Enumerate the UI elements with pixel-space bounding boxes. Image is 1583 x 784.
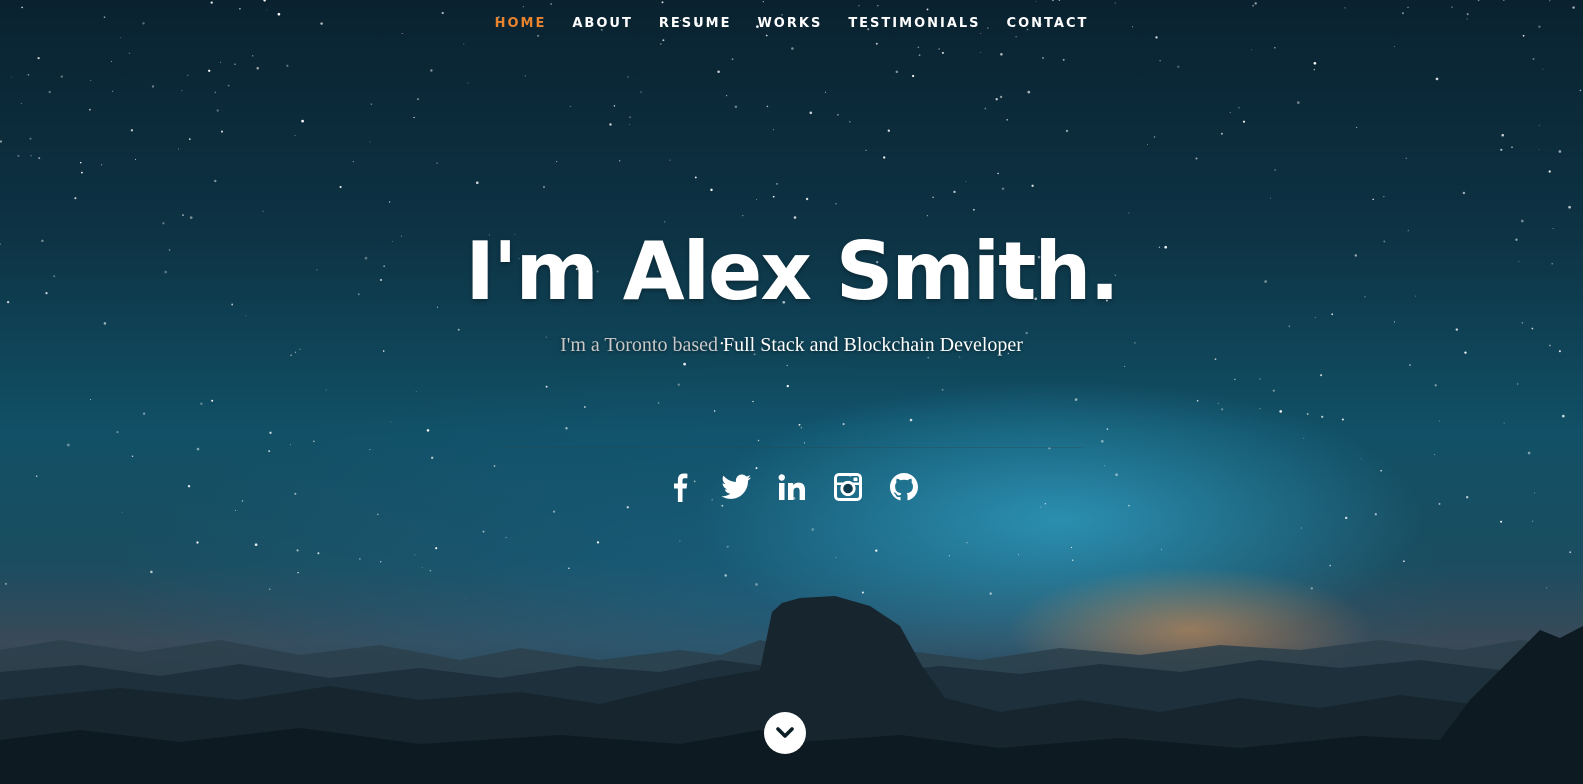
banner: I'm Alex Smith. I'm a Toronto based Full… [0, 222, 1583, 504]
linkedin-link[interactable] [775, 470, 809, 504]
chevron-down-icon [776, 727, 794, 738]
scroll-down-button[interactable] [764, 712, 806, 754]
github-icon [889, 473, 918, 501]
github-link[interactable] [887, 470, 921, 504]
main-navigation: Home About Resume Works Testimonials Con… [0, 14, 1583, 32]
nav-testimonials-link[interactable]: Testimonials [848, 16, 980, 31]
nav-works-link[interactable]: Works [757, 16, 822, 31]
page-headline: I'm Alex Smith. [465, 225, 1120, 318]
tagline-highlight: Full Stack and Blockchain Developer [723, 334, 1023, 356]
nav-about-link[interactable]: About [572, 16, 632, 31]
tagline-prefix: I'm a Toronto based [560, 334, 723, 356]
instagram-link[interactable] [831, 470, 865, 504]
facebook-icon [673, 473, 687, 502]
social-links [0, 470, 1583, 504]
banner-divider [501, 447, 1082, 448]
twitter-icon [720, 474, 751, 499]
hero-section: Home About Resume Works Testimonials Con… [0, 0, 1583, 784]
nav-resume-link[interactable]: Resume [659, 16, 732, 31]
facebook-link[interactable] [663, 470, 697, 504]
twitter-link[interactable] [719, 470, 753, 504]
nav-home-link[interactable]: Home [495, 16, 547, 31]
tagline: I'm a Toronto based Full Stack and Block… [0, 334, 1583, 357]
instagram-icon [833, 473, 862, 501]
nav-contact-link[interactable]: Contact [1007, 16, 1089, 31]
linkedin-icon [778, 474, 805, 500]
